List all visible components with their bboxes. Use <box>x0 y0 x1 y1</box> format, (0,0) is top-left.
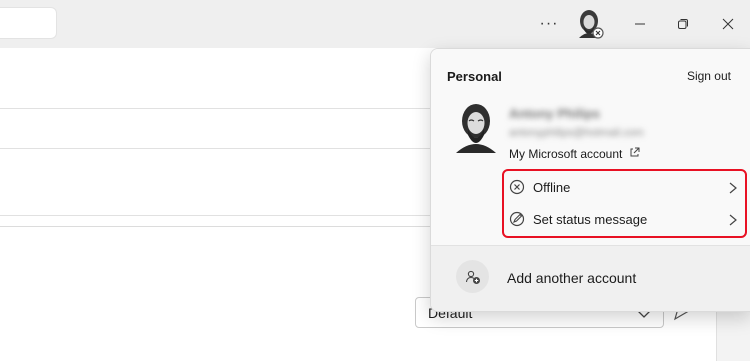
minimize-button[interactable] <box>624 8 656 40</box>
close-icon <box>722 18 734 30</box>
add-account-label: Add another account <box>507 270 637 286</box>
account-avatar <box>456 104 496 153</box>
offline-label: Offline <box>533 180 571 195</box>
more-options-button[interactable]: ··· <box>533 8 565 40</box>
status-message-label: Set status message <box>533 212 648 227</box>
divider <box>0 148 430 149</box>
minimize-icon <box>635 23 645 25</box>
set-status-message-item[interactable]: Set status message <box>503 204 745 234</box>
account-avatar-button[interactable] <box>574 8 606 40</box>
offline-status-item[interactable]: Offline <box>503 172 745 202</box>
divider <box>0 108 430 109</box>
more-icon: ··· <box>539 15 559 32</box>
account-section: Personal Sign out Antony Philips antonyp… <box>431 49 750 245</box>
chevron-right-icon <box>729 213 737 231</box>
account-email: antonyphilips@hotmail.com <box>509 127 644 139</box>
title-bar: ··· <box>0 0 750 48</box>
external-link-icon <box>629 145 640 163</box>
account-flyout: Personal Sign out Antony Philips antonyp… <box>430 48 750 312</box>
chevron-right-icon <box>729 181 737 199</box>
section-title: Personal <box>447 69 502 84</box>
search-input[interactable] <box>0 7 57 39</box>
microsoft-account-link[interactable]: My Microsoft account <box>509 147 622 161</box>
status-message-icon <box>509 211 525 232</box>
offline-status-icon <box>509 179 525 200</box>
restore-button[interactable] <box>667 8 699 40</box>
avatar-icon <box>579 10 604 39</box>
add-account-button[interactable]: Add another account <box>431 245 750 311</box>
divider <box>0 215 430 216</box>
add-account-icon <box>456 260 489 293</box>
close-button[interactable] <box>712 8 744 40</box>
restore-icon <box>678 19 688 29</box>
account-name: Antony Philips <box>509 106 600 121</box>
sign-out-link[interactable]: Sign out <box>687 69 731 83</box>
